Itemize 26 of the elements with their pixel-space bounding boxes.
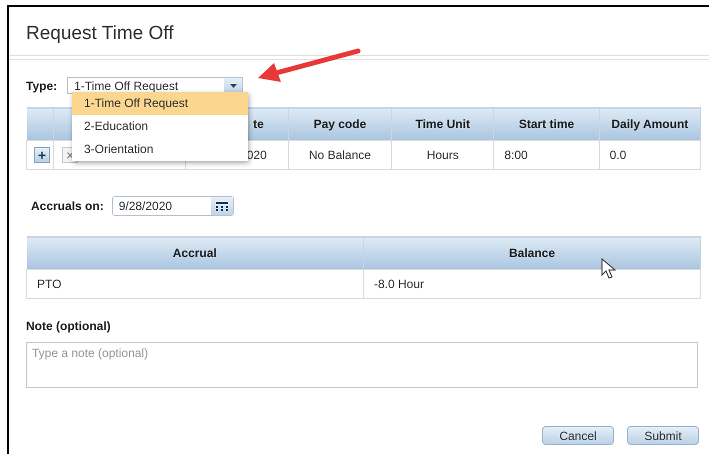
dropdown-option[interactable]: 1-Time Off Request (72, 92, 248, 115)
note-field[interactable]: Type a note (optional) (26, 342, 698, 388)
column-header: Pay code (288, 108, 392, 140)
table-cell: 8:00 (494, 140, 600, 170)
column-header: Balance (364, 236, 700, 270)
dialog-button[interactable]: Cancel (542, 426, 614, 445)
table-cell: -8.0 Hour (364, 270, 700, 298)
add-row-button[interactable]: + (34, 147, 50, 163)
date-field[interactable]: 9/28/2020 (112, 196, 234, 216)
field-label: Accruals on: (31, 199, 104, 213)
table-cell: No Balance (288, 140, 392, 170)
calendar-icon[interactable] (216, 202, 228, 210)
note-label: Note (optional) (26, 319, 112, 333)
cursor-icon (602, 258, 616, 279)
column-header: Time Unit (392, 108, 494, 140)
column-header: Daily Amount (599, 108, 700, 140)
column-header: Start time (494, 108, 600, 140)
caret-icon (230, 84, 237, 88)
table-cell: PTO (26, 270, 364, 298)
column-header: Accrual (26, 236, 364, 270)
table-cell: Hours (392, 140, 494, 170)
table-cell: 0.0 (599, 140, 700, 170)
arrow-icon (258, 48, 360, 82)
dialog-button[interactable]: Submit (627, 426, 699, 445)
dialog-title: Request Time Off (26, 22, 174, 45)
field-label: Type: (26, 78, 58, 92)
